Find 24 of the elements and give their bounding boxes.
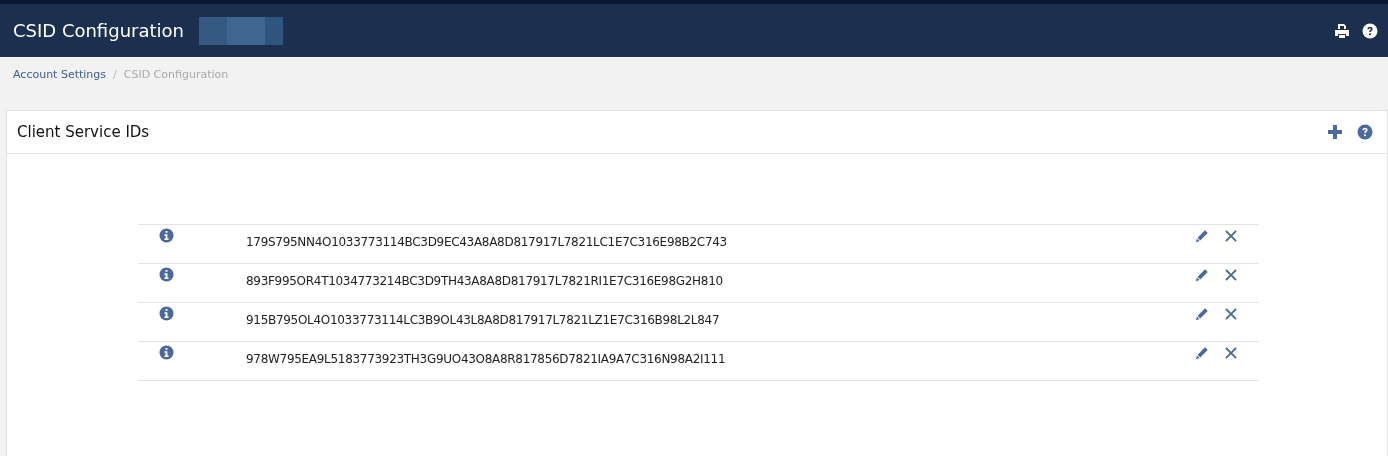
delete-icon[interactable] [1224, 229, 1238, 243]
pencil-icon[interactable] [1195, 268, 1209, 282]
breadcrumb-separator: / [113, 67, 117, 81]
csid-value: 978W795EA9L5183773923TH3G9UO43O8A8R817856D7821IA9A7C316N98A2I111 [246, 352, 726, 366]
breadcrumb-link[interactable]: Account Settings [13, 67, 107, 81]
info-icon[interactable] [159, 306, 174, 321]
delete-icon[interactable] [1224, 268, 1238, 282]
page-title: CSID Configuration [13, 20, 184, 41]
info-icon[interactable] [159, 228, 174, 243]
info-icon[interactable] [159, 345, 174, 360]
add-icon[interactable] [1327, 124, 1343, 140]
pencil-icon[interactable] [1195, 346, 1209, 360]
pencil-icon[interactable] [1195, 229, 1209, 243]
csid-value: 893F995OR4T1034773214BC3D9TH43A8A8D817917L7821RI1E7C316E98G2H810 [246, 274, 723, 288]
delete-icon[interactable] [1224, 307, 1238, 321]
breadcrumb-current: CSID Configuration [123, 67, 229, 81]
csid-value: 915B795OL4O1033773114LC3B9OL43L8A8D817917L7821LZ1E7C316B98L2L847 [246, 313, 720, 327]
panel-title: Client Service IDs [17, 123, 150, 141]
delete-icon[interactable] [1224, 346, 1238, 360]
print-icon[interactable] [1334, 22, 1350, 39]
pencil-icon[interactable] [1195, 307, 1209, 321]
info-icon[interactable] [159, 267, 174, 282]
help-icon[interactable] [1362, 22, 1378, 39]
csid-value: 179S795NN4O1033773114BC3D9EC43A8A8D817917L7821LC1E7C316E98B2C743 [246, 235, 727, 249]
